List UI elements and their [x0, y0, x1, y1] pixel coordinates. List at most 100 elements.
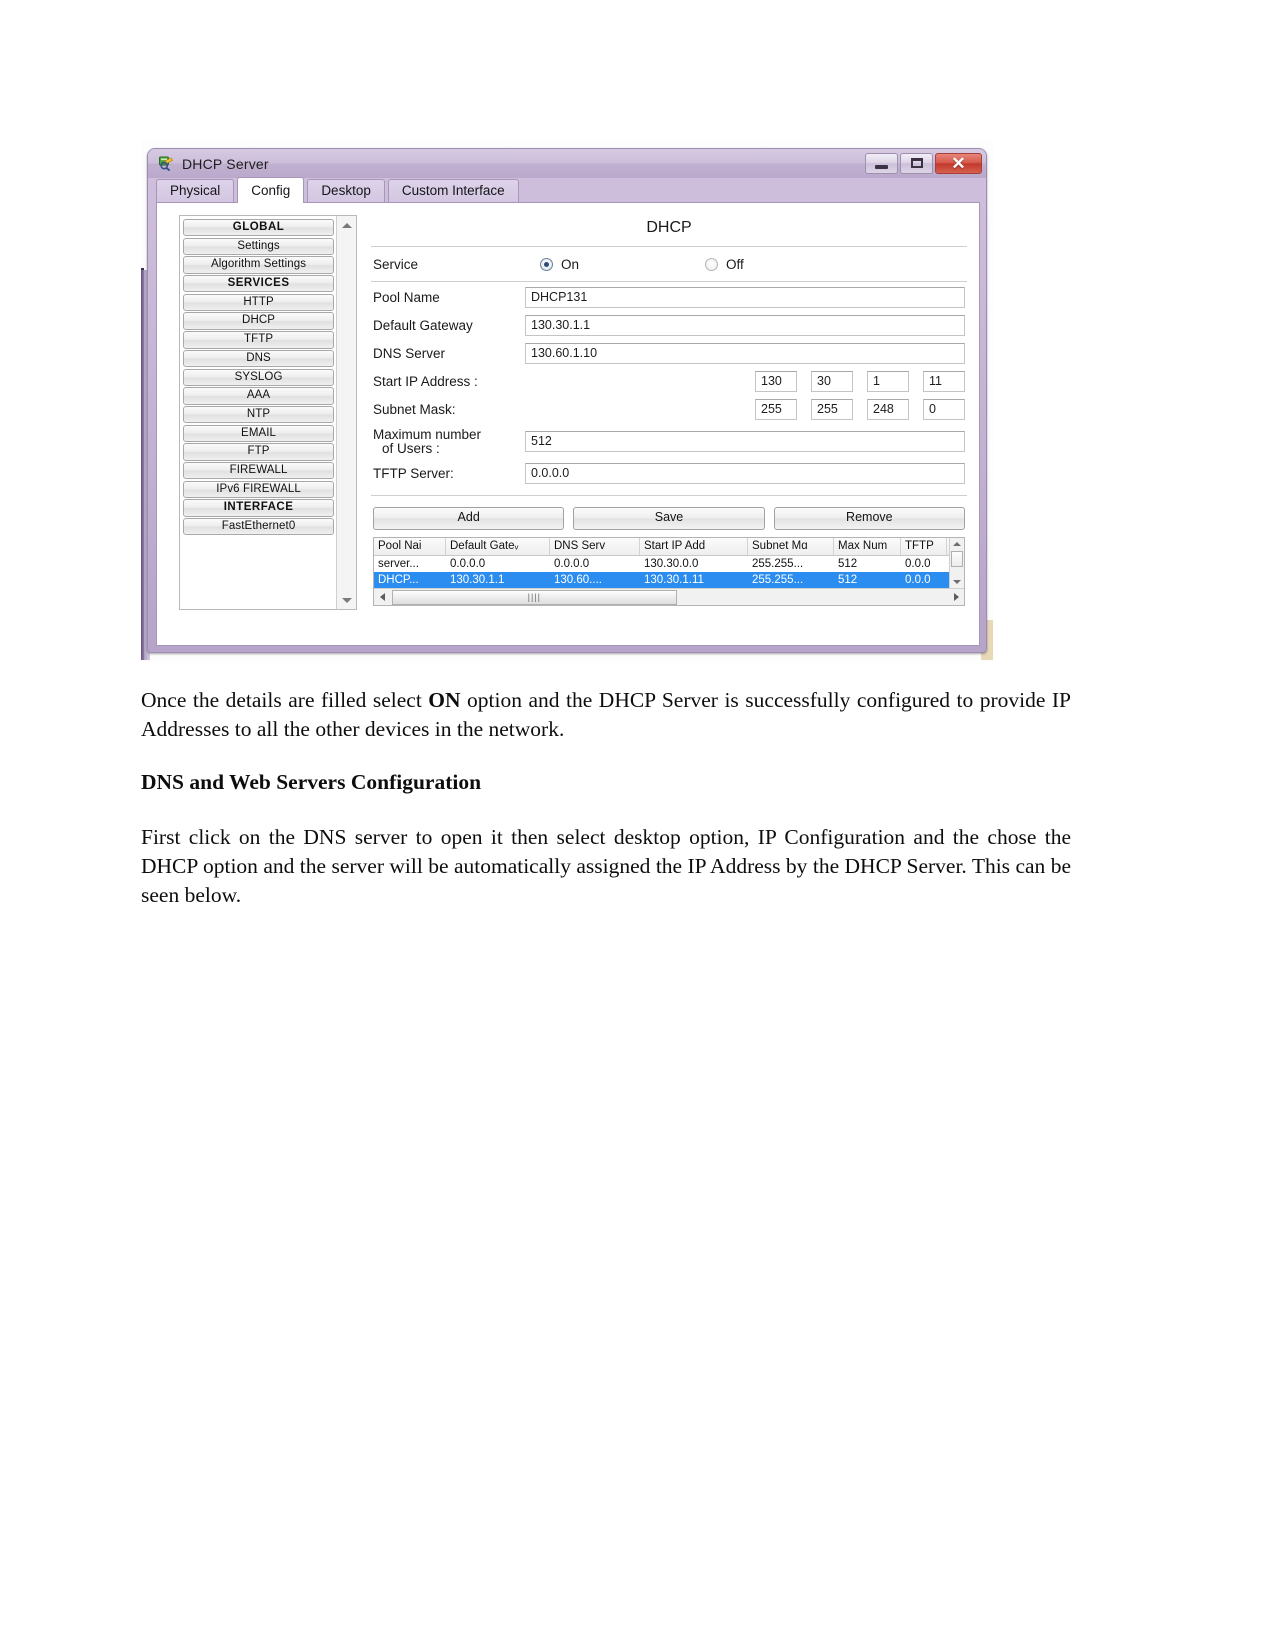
max-users-input[interactable]: 512 — [525, 430, 965, 452]
paragraph-1-bold-on: ON — [428, 688, 461, 712]
sidebar-item-http[interactable]: HTTP — [183, 293, 335, 312]
table-row[interactable]: server... 0.0.0.0 0.0.0.0 130.30.0.0 255… — [374, 556, 949, 572]
start-ip-octet-2[interactable]: 30 — [811, 370, 853, 392]
tab-config[interactable]: Config — [237, 177, 305, 203]
sidebar-item-aaa[interactable]: AAA — [183, 387, 335, 405]
dhcp-pool-table: Pool Nai Default Gateᵥ DNS Serv Start IP… — [373, 537, 965, 606]
dns-server-row: DNS Server 130.60.1.10 — [369, 340, 969, 366]
table-column-pool-name[interactable]: Pool Nai — [374, 538, 446, 555]
sidebar-item-dns[interactable]: DNS — [183, 349, 335, 368]
start-ip-octet-4[interactable]: 11 — [923, 370, 965, 392]
dns-server-label: DNS Server — [373, 345, 446, 361]
save-button[interactable]: Save — [573, 507, 765, 530]
sidebar-item-interface[interactable]: INTERFACE — [183, 499, 335, 517]
table-scroll-down-button[interactable] — [950, 576, 964, 588]
table-column-tftp[interactable]: TFTP — [901, 538, 947, 555]
sidebar-item-global[interactable]: GLOBAL — [183, 219, 335, 237]
radio-off-icon — [705, 257, 719, 271]
cell-pool-name: DHCP... — [378, 574, 419, 586]
table-scroll-left-button[interactable] — [374, 589, 390, 605]
table-vertical-scroll-thumb[interactable] — [951, 551, 963, 567]
chevron-left-icon — [379, 593, 385, 601]
sidebar-scrollbar[interactable] — [336, 216, 356, 609]
tab-physical[interactable]: Physical — [156, 179, 235, 202]
subnet-mask-octet-3[interactable]: 248 — [867, 398, 909, 420]
maximize-button[interactable] — [900, 152, 933, 174]
form-title: DHCP — [646, 219, 692, 236]
table-row[interactable]: DHCP... 130.30.1.1 130.60.... 130.30.1.1… — [374, 572, 949, 588]
paragraph-first-click-dns: First click on the DNS server to open it… — [141, 825, 1071, 907]
maximize-icon — [910, 158, 923, 168]
subnet-mask-octet-1[interactable]: 255 — [755, 398, 797, 420]
server-magnifier-icon — [158, 155, 175, 172]
cell-start-ip: 130.30.1.11 — [644, 574, 704, 586]
subnet-mask-octet-2[interactable]: 255 — [811, 398, 853, 420]
chevron-down-icon — [953, 580, 961, 584]
remove-button[interactable]: Remove — [773, 507, 965, 530]
tftp-server-label: TFTP Server: — [373, 465, 454, 481]
window-title: DHCP Server — [182, 155, 269, 172]
tftp-server-row: TFTP Server: 0.0.0.0 — [369, 460, 969, 486]
sidebar-scroll-up-button[interactable] — [337, 217, 356, 233]
sidebar-item-email[interactable]: EMAIL — [183, 424, 335, 442]
dhcp-form: DHCP Service On Off Pool Name DHCP131 De… — [369, 211, 969, 637]
start-ip-octet-1[interactable]: 130 — [755, 370, 797, 392]
pool-name-row: Pool Name DHCP131 — [369, 284, 969, 310]
sidebar-item-settings[interactable]: Settings — [183, 237, 335, 256]
start-ip-label: Start IP Address : — [373, 373, 478, 389]
pool-name-input[interactable]: DHCP131 — [525, 286, 965, 308]
table-column-subnet-mask[interactable]: Subnet Mɑ — [748, 538, 834, 555]
table-header-row: Pool Nai Default Gateᵥ DNS Serv Start IP… — [374, 538, 949, 556]
sidebar-item-firewall[interactable]: FIREWALL — [183, 461, 335, 480]
sidebar-item-syslog[interactable]: SYSLOG — [183, 368, 335, 386]
close-button[interactable]: ✕ — [935, 152, 982, 174]
add-button[interactable]: Add — [373, 507, 565, 530]
subnet-mask-octet-4[interactable]: 0 — [923, 398, 965, 420]
sidebar-item-ntp[interactable]: NTP — [183, 405, 335, 424]
sidebar-item-dhcp[interactable]: DHCP — [183, 312, 335, 330]
minimize-button[interactable] — [865, 152, 898, 174]
sidebar-item-services[interactable]: SERVICES — [183, 275, 335, 293]
chevron-up-icon — [341, 222, 352, 228]
max-users-label: Maximum number of Users : — [373, 427, 525, 456]
figure-bottom-artifact — [571, 645, 771, 663]
tab-custom-interface[interactable]: Custom Interface — [387, 179, 519, 202]
sidebar-item-tftp[interactable]: TFTP — [183, 331, 335, 349]
table-column-default-gateway[interactable]: Default Gateᵥ — [446, 538, 550, 555]
service-off-radio[interactable]: Off — [705, 257, 744, 272]
sidebar-item-ipv6-firewall[interactable]: IPv6 FIREWALL — [183, 480, 335, 499]
start-ip-octet-3[interactable]: 1 — [867, 370, 909, 392]
sidebar-item-ftp[interactable]: FTP — [183, 443, 335, 461]
window-controls: ✕ — [863, 151, 982, 175]
table-column-max-number[interactable]: Max Num — [834, 538, 901, 555]
cell-subnet-mask: 255.255... — [752, 558, 804, 570]
scroll-grip-icon: |||| — [527, 591, 542, 602]
sidebar-item-algorithm-settings[interactable]: Algorithm Settings — [183, 256, 335, 274]
service-row: Service On Off — [369, 247, 969, 281]
sidebar-scroll-down-button[interactable] — [337, 592, 356, 608]
table-horizontal-scroll-thumb[interactable]: |||| — [392, 589, 677, 605]
table-horizontal-scrollbar[interactable]: |||| — [374, 588, 964, 605]
table-column-dns-server[interactable]: DNS Serv — [550, 538, 640, 555]
pool-name-label: Pool Name — [373, 289, 440, 305]
paragraph-once-details: Once the details are filled select ON op… — [141, 686, 1071, 744]
tftp-server-input[interactable]: 0.0.0.0 — [525, 462, 965, 484]
table-column-start-ip-address[interactable]: Start IP Add — [640, 538, 748, 555]
tab-desktop[interactable]: Desktop — [307, 179, 385, 202]
sidebar-item-fastethernet0[interactable]: FastEthernet0 — [183, 518, 335, 536]
dns-server-input[interactable]: 130.60.1.10 — [525, 342, 965, 364]
service-on-radio[interactable]: On — [540, 257, 579, 272]
start-ip-octet-group: 130 30 1 11 — [755, 370, 965, 392]
default-gateway-input[interactable]: 130.30.1.1 — [525, 314, 965, 336]
default-gateway-row: Default Gateway 130.30.1.1 — [369, 312, 969, 338]
cell-dns-server: 130.60.... — [554, 574, 602, 586]
cell-max-users: 512 — [838, 574, 858, 586]
subnet-mask-octet-group: 255 255 248 0 — [755, 398, 965, 420]
table-vertical-scrollbar[interactable] — [949, 538, 964, 588]
table-scroll-up-button[interactable] — [950, 538, 964, 550]
table-scroll-right-button[interactable] — [948, 589, 964, 605]
dhcp-server-screenshot-figure: DHCP Server ✕ Physical Config Desktop Cu… — [141, 140, 993, 662]
close-icon: ✕ — [951, 153, 966, 173]
